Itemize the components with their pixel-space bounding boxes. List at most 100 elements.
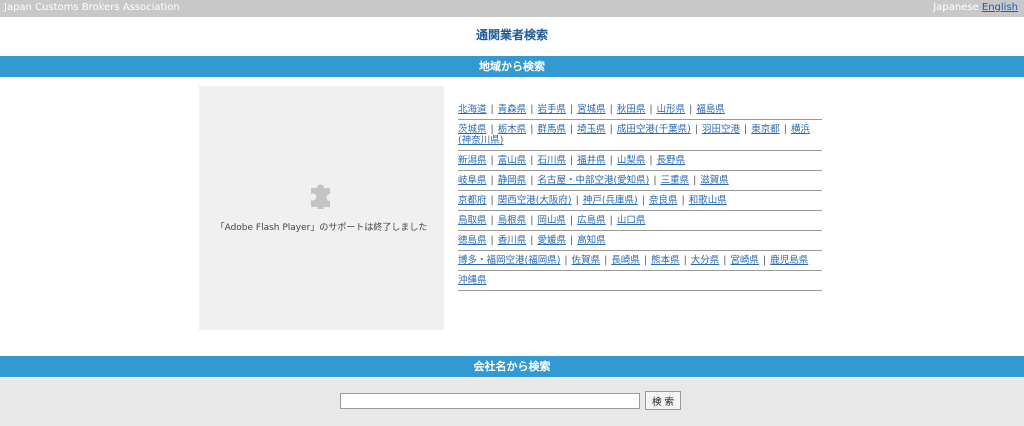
prefecture-link[interactable]: 石川県 — [537, 155, 566, 166]
prefecture-link[interactable]: 山口県 — [617, 215, 646, 226]
prefecture-link[interactable]: 佐賀県 — [572, 255, 601, 266]
prefecture-link[interactable]: 成田空港(千葉県) — [617, 124, 691, 135]
prefecture-link[interactable]: 宮城県 — [577, 104, 606, 115]
separator: | — [490, 235, 494, 246]
prefecture-link[interactable]: 青森県 — [498, 104, 527, 115]
prefecture-row: 岐阜県 | 静岡県 | 名古屋・中部空港(愛知県) | 三重県 | 滋賀県 — [458, 171, 822, 191]
separator: | — [564, 255, 568, 266]
search-button[interactable]: 検 索 — [645, 391, 681, 410]
company-search-header: 会社名から検索 — [0, 356, 1024, 377]
prefecture-link[interactable]: 滋賀県 — [700, 175, 729, 186]
prefecture-link[interactable]: 岐阜県 — [458, 175, 487, 186]
prefecture-link[interactable]: 沖縄県 — [458, 275, 487, 286]
separator: | — [530, 215, 534, 226]
prefecture-row: 茨城県 | 栃木県 | 群馬県 | 埼玉県 | 成田空港(千葉県) | 羽田空港 | 東京都 | 横浜(神奈… — [458, 120, 822, 151]
separator: | — [609, 104, 613, 115]
prefecture-link[interactable]: 羽田空港 — [702, 124, 740, 135]
prefecture-link[interactable]: 徳島県 — [458, 235, 487, 246]
prefecture-link[interactable]: 岩手県 — [537, 104, 566, 115]
prefecture-link[interactable]: 島根県 — [498, 215, 527, 226]
prefecture-link[interactable]: 関西空港(大阪府) — [498, 195, 572, 206]
separator: | — [575, 195, 579, 206]
prefecture-link[interactable]: 静岡県 — [498, 175, 527, 186]
separator: | — [649, 155, 653, 166]
language-switcher: Japanese English — [933, 2, 1018, 13]
prefecture-link[interactable]: 奈良県 — [649, 195, 678, 206]
separator: | — [490, 195, 494, 206]
prefecture-link[interactable]: 栃木県 — [498, 124, 527, 135]
prefecture-link[interactable]: 茨城県 — [458, 124, 487, 135]
separator: | — [530, 104, 534, 115]
prefecture-link[interactable]: 博多・福岡空港(福岡県) — [458, 255, 560, 266]
separator: | — [763, 255, 767, 266]
top-bar: Japan Customs Brokers Association Japane… — [0, 0, 1024, 17]
prefecture-row: 北海道 | 青森県 | 岩手県 | 宮城県 | 秋田県 | 山形県 | 福島県 — [458, 100, 822, 120]
separator: | — [569, 235, 574, 246]
separator: | — [569, 124, 574, 135]
separator: | — [609, 124, 613, 135]
prefecture-link[interactable]: 埼玉県 — [577, 124, 606, 135]
prefecture-row: 鳥取県 | 島根県 | 岡山県 | 広島県 | 山口県 — [458, 211, 822, 231]
prefecture-link[interactable]: 福井県 — [577, 155, 606, 166]
prefecture-link[interactable]: 群馬県 — [537, 124, 566, 135]
separator: | — [683, 255, 687, 266]
org-name: Japan Customs Brokers Association — [4, 2, 180, 13]
prefecture-link[interactable]: 鳥取県 — [458, 215, 487, 226]
separator: | — [530, 155, 534, 166]
prefecture-link[interactable]: 秋田県 — [617, 104, 646, 115]
prefecture-link[interactable]: 熊本県 — [651, 255, 680, 266]
puzzle-piece-icon — [311, 184, 330, 209]
prefecture-link[interactable]: 福島県 — [696, 104, 725, 115]
separator: | — [641, 195, 645, 206]
separator: | — [681, 195, 685, 206]
prefecture-row: 京都府 | 関西空港(大阪府) | 神戸(兵庫県) | 奈良県 | 和歌山県 — [458, 191, 822, 211]
prefecture-link[interactable]: 神戸(兵庫県) — [583, 195, 638, 206]
prefecture-link[interactable]: 愛媛県 — [537, 235, 566, 246]
separator: | — [694, 124, 698, 135]
separator: | — [530, 235, 534, 246]
separator: | — [490, 104, 494, 115]
prefecture-link[interactable]: 三重県 — [661, 175, 690, 186]
prefecture-link[interactable]: 鹿児島県 — [770, 255, 808, 266]
company-name-input[interactable] — [340, 393, 640, 409]
lang-current: Japanese — [933, 2, 979, 13]
separator: | — [604, 255, 608, 266]
prefecture-link[interactable]: 岡山県 — [537, 215, 566, 226]
prefecture-link[interactable]: 大分県 — [691, 255, 720, 266]
prefecture-link[interactable]: 宮崎県 — [731, 255, 760, 266]
prefecture-row: 博多・福岡空港(福岡県) | 佐賀県 | 長崎県 | 熊本県 | 大分県 | 宮崎県 | 鹿児島県 — [458, 251, 822, 271]
region-search-header: 地域から検索 — [0, 56, 1024, 77]
separator: | — [569, 215, 574, 226]
prefecture-link[interactable]: 広島県 — [577, 215, 606, 226]
separator: | — [490, 124, 494, 135]
separator: | — [783, 124, 787, 135]
prefecture-link[interactable]: 高知県 — [577, 235, 606, 246]
prefecture-link[interactable]: 京都府 — [458, 195, 487, 206]
prefecture-link[interactable]: 長崎県 — [611, 255, 640, 266]
prefecture-link[interactable]: 山梨県 — [617, 155, 646, 166]
separator: | — [609, 155, 613, 166]
lang-english-link[interactable]: English — [982, 2, 1018, 13]
separator: | — [530, 124, 534, 135]
prefecture-link[interactable]: 山形県 — [657, 104, 686, 115]
separator: | — [653, 175, 657, 186]
prefecture-link[interactable]: 香川県 — [498, 235, 527, 246]
separator: | — [643, 255, 648, 266]
separator: | — [649, 104, 653, 115]
separator: | — [490, 155, 494, 166]
prefecture-list: 北海道 | 青森県 | 岩手県 | 宮城県 | 秋田県 | 山形県 | 福島県 茨城県 | 栃木県 | 群馬県 | 埼… — [458, 100, 822, 291]
separator: | — [530, 175, 534, 186]
prefecture-link[interactable]: 新潟県 — [458, 155, 487, 166]
prefecture-link[interactable]: 名古屋・中部空港(愛知県) — [537, 175, 649, 186]
prefecture-link[interactable]: 富山県 — [498, 155, 527, 166]
separator: | — [609, 215, 613, 226]
prefecture-link[interactable]: 和歌山県 — [689, 195, 727, 206]
separator: | — [490, 175, 494, 186]
flash-placeholder: 「Adobe Flash Player」のサポートは終了しました — [199, 86, 444, 330]
prefecture-link[interactable]: 長野県 — [657, 155, 686, 166]
separator: | — [693, 175, 697, 186]
separator: | — [490, 215, 494, 226]
prefecture-link[interactable]: 東京都 — [751, 124, 780, 135]
prefecture-row: 徳島県 | 香川県 | 愛媛県 | 高知県 — [458, 231, 822, 251]
prefecture-link[interactable]: 北海道 — [458, 104, 487, 115]
